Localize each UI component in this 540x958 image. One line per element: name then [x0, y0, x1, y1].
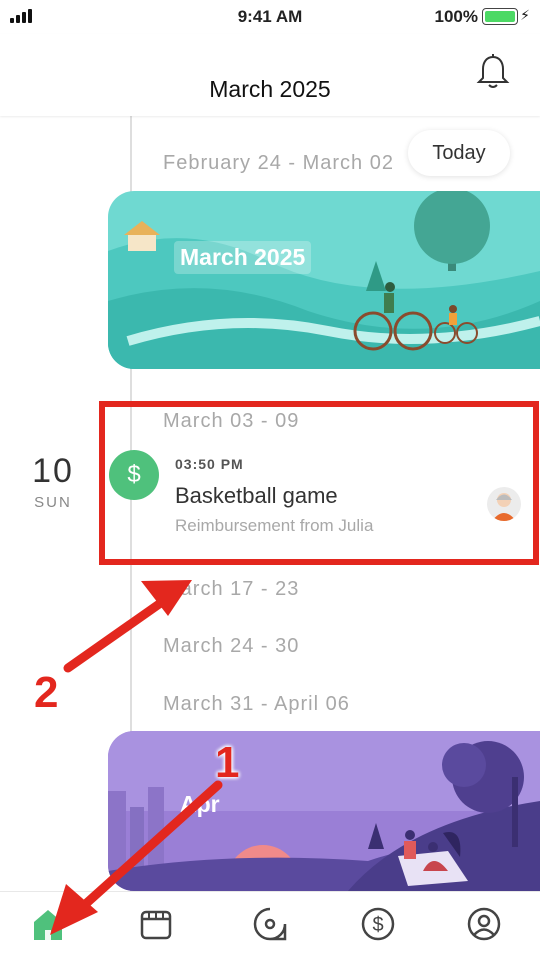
header: March 2025: [0, 34, 540, 116]
dollar-icon: $: [109, 450, 159, 500]
battery-percent: 100%: [434, 7, 478, 26]
today-button[interactable]: Today: [408, 130, 510, 176]
event-title[interactable]: Basketball game: [175, 483, 338, 509]
avatar[interactable]: [487, 487, 521, 521]
tab-explore[interactable]: [250, 904, 290, 944]
bell-icon[interactable]: [476, 54, 510, 90]
status-bar: 9:41 AM 100% ⚡: [0, 0, 540, 34]
banner-title: Apr: [180, 791, 220, 817]
week-label: February 24 - March 02: [163, 152, 394, 174]
home-icon: [34, 910, 62, 940]
landscape-illustration: [108, 191, 540, 369]
tab-bar: $: [0, 891, 540, 958]
annotation-number: 2: [34, 668, 59, 717]
week-label: March 24 - 30: [163, 635, 300, 657]
profile-icon: [467, 907, 501, 941]
page-title: March 2025: [209, 76, 331, 102]
tab-finance[interactable]: $: [358, 904, 398, 944]
dollar-icon: $: [361, 907, 395, 941]
explore-icon: [253, 907, 287, 941]
month-banner-april: Apr: [108, 731, 540, 891]
tab-calendar[interactable]: [136, 904, 176, 944]
dollar-symbol: $: [127, 461, 141, 488]
week-label: March 03 - 09: [163, 410, 300, 432]
calendar-icon: [140, 910, 172, 940]
event-time: 03:50 PM: [175, 456, 244, 472]
annotation-number: 1: [215, 738, 240, 787]
week-label: March 17 - 23: [163, 578, 300, 600]
tab-profile[interactable]: [464, 904, 504, 944]
week-label: March 31 - April 06: [163, 693, 350, 715]
month-banner-march: March 2025: [108, 191, 540, 369]
charging-icon: ⚡: [520, 7, 530, 23]
picnic-illustration: [108, 731, 540, 891]
event-day: 10: [32, 452, 74, 490]
event-weekday: SUN: [34, 494, 72, 511]
banner-title: March 2025: [174, 241, 312, 274]
event-subtitle: Reimbursement from Julia: [175, 516, 374, 535]
tab-home[interactable]: [28, 904, 68, 944]
svg-text:$: $: [372, 914, 383, 936]
battery-icon: [482, 8, 518, 25]
